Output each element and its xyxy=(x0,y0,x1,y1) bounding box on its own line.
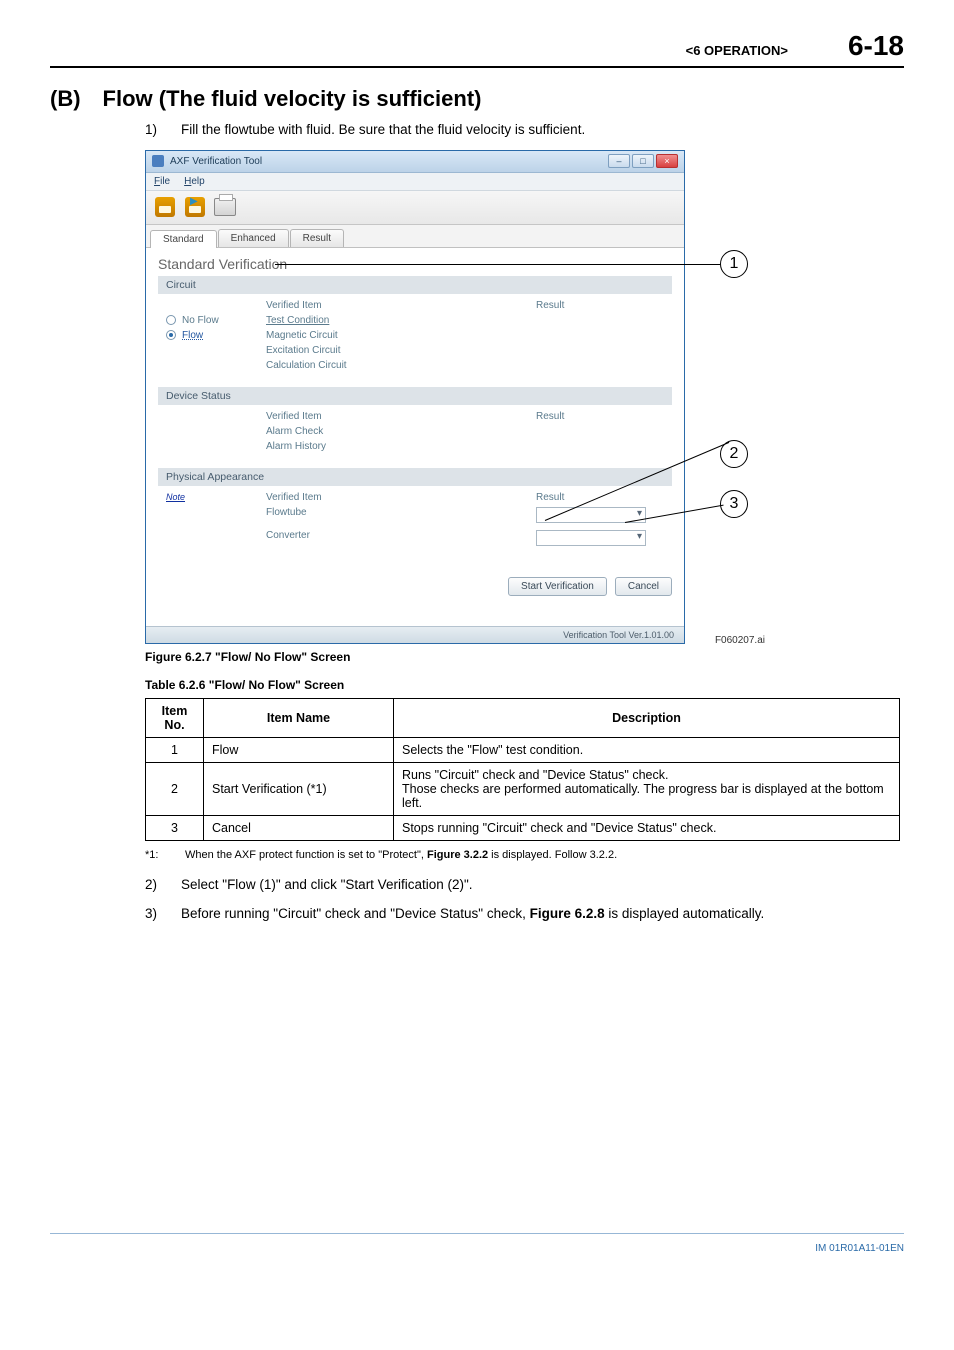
toolbar xyxy=(146,191,684,225)
leader-1 xyxy=(275,264,720,265)
header-section: <6 OPERATION> xyxy=(686,43,788,58)
item-calculation-circuit: Calculation Circuit xyxy=(266,360,466,371)
figure-caption: Figure 6.2.7 "Flow/ No Flow" Screen xyxy=(145,650,904,664)
status-bar: Verification Tool Ver.1.01.00 xyxy=(146,626,684,643)
cell-no: 3 xyxy=(146,815,204,840)
footnote: *1: When the AXF protect function is set… xyxy=(145,849,904,861)
start-verification-button[interactable]: Start Verification xyxy=(508,577,607,596)
version-text: Verification Tool Ver.1.01.00 xyxy=(563,630,674,640)
titlebar: AXF Verification Tool – □ × xyxy=(146,151,684,173)
step-1: 1) Fill the flowtube with fluid. Be sure… xyxy=(145,120,904,140)
group-circuit-header: Circuit xyxy=(158,276,672,294)
menu-help[interactable]: Help xyxy=(184,176,205,187)
cell-name: Cancel xyxy=(204,815,394,840)
save-icon[interactable] xyxy=(182,194,208,220)
cell-desc: Selects the "Flow" test condition. xyxy=(394,737,900,762)
group-device-status-header: Device Status xyxy=(158,387,672,405)
tab-enhanced[interactable]: Enhanced xyxy=(218,229,289,247)
tab-bar: Standard Enhanced Result xyxy=(146,225,684,248)
step-text: Fill the flowtube with fluid. Be sure th… xyxy=(181,120,904,140)
item-alarm-check: Alarm Check xyxy=(266,426,466,437)
footer-rule xyxy=(50,1233,904,1234)
tab-standard[interactable]: Standard xyxy=(150,230,217,248)
menubar: File Help xyxy=(146,173,684,191)
document-id: IM 01R01A11-01EN xyxy=(815,1243,904,1254)
window-title: AXF Verification Tool xyxy=(170,156,262,167)
cell-desc: Stops running "Circuit" check and "Devic… xyxy=(394,815,900,840)
step-3: 3) Before running "Circuit" check and "D… xyxy=(145,904,904,924)
col-result: Result xyxy=(466,411,664,422)
cell-name: Flow xyxy=(204,737,394,762)
step-number: 1) xyxy=(145,120,167,140)
menu-file[interactable]: File xyxy=(154,176,170,187)
radio-no-flow[interactable]: No Flow xyxy=(166,315,266,326)
description-table: Item No. Item Name Description 1 Flow Se… xyxy=(145,698,900,841)
cell-name: Start Verification (*1) xyxy=(204,762,394,815)
table-row: 2 Start Verification (*1) Runs "Circuit"… xyxy=(146,762,900,815)
item-test-condition: Test Condition xyxy=(266,315,466,326)
step-number: 3) xyxy=(145,904,167,924)
col-verified-item: Verified Item xyxy=(266,492,466,503)
print-icon[interactable] xyxy=(212,194,238,220)
item-excitation-circuit: Excitation Circuit xyxy=(266,345,466,356)
app-window: AXF Verification Tool – □ × File Help xyxy=(145,150,685,644)
item-magnetic-circuit: Magnetic Circuit xyxy=(266,330,466,341)
cell-no: 1 xyxy=(146,737,204,762)
callout-3: 3 xyxy=(720,490,748,518)
standard-panel: Standard Verification Circuit Verified I… xyxy=(146,248,684,569)
footnote-text: When the AXF protect function is set to … xyxy=(185,849,617,861)
col-result: Result xyxy=(466,300,664,311)
button-row: Start Verification Cancel xyxy=(146,569,684,626)
cancel-button[interactable]: Cancel xyxy=(615,577,672,596)
callout-1: 1 xyxy=(720,250,748,278)
item-flowtube: Flowtube xyxy=(266,507,466,526)
minimize-button[interactable]: – xyxy=(608,154,630,168)
open-icon[interactable] xyxy=(152,194,178,220)
figure-file-label: F060207.ai xyxy=(715,635,765,646)
app-icon xyxy=(152,155,164,167)
col-verified-item: Verified Item xyxy=(266,411,466,422)
col-verified-item: Verified Item xyxy=(266,300,466,311)
section-heading: Flow (The fluid velocity is sufficient) xyxy=(103,86,482,112)
group-physical-header: Physical Appearance xyxy=(158,468,672,486)
radio-flow[interactable]: Flow xyxy=(166,330,266,341)
figure-screenshot: AXF Verification Tool – □ × File Help xyxy=(145,150,805,644)
close-button[interactable]: × xyxy=(656,154,678,168)
step-number: 2) xyxy=(145,875,167,895)
footnote-key: *1: xyxy=(145,849,169,861)
col-result: Result xyxy=(466,492,664,503)
cell-desc: Runs "Circuit" check and "Device Status"… xyxy=(394,762,900,815)
step-text: Select "Flow (1)" and click "Start Verif… xyxy=(181,875,904,895)
th-description: Description xyxy=(394,698,900,737)
th-item-name: Item Name xyxy=(204,698,394,737)
table-row: 1 Flow Selects the "Flow" test condition… xyxy=(146,737,900,762)
item-converter: Converter xyxy=(266,530,466,549)
section-letter: (B) xyxy=(50,86,81,112)
item-alarm-history: Alarm History xyxy=(266,441,466,452)
header-page-number: 6-18 xyxy=(848,30,904,62)
step-text: Before running "Circuit" check and "Devi… xyxy=(181,904,904,924)
table-title: Table 6.2.6 "Flow/ No Flow" Screen xyxy=(145,678,904,692)
step-2: 2) Select "Flow (1)" and click "Start Ve… xyxy=(145,875,904,895)
converter-select[interactable] xyxy=(536,530,646,546)
th-item-no: Item No. xyxy=(146,698,204,737)
maximize-button[interactable]: □ xyxy=(632,154,654,168)
cell-no: 2 xyxy=(146,762,204,815)
note-link[interactable]: Note xyxy=(166,492,185,502)
table-row: 3 Cancel Stops running "Circuit" check a… xyxy=(146,815,900,840)
tab-result[interactable]: Result xyxy=(290,229,344,247)
